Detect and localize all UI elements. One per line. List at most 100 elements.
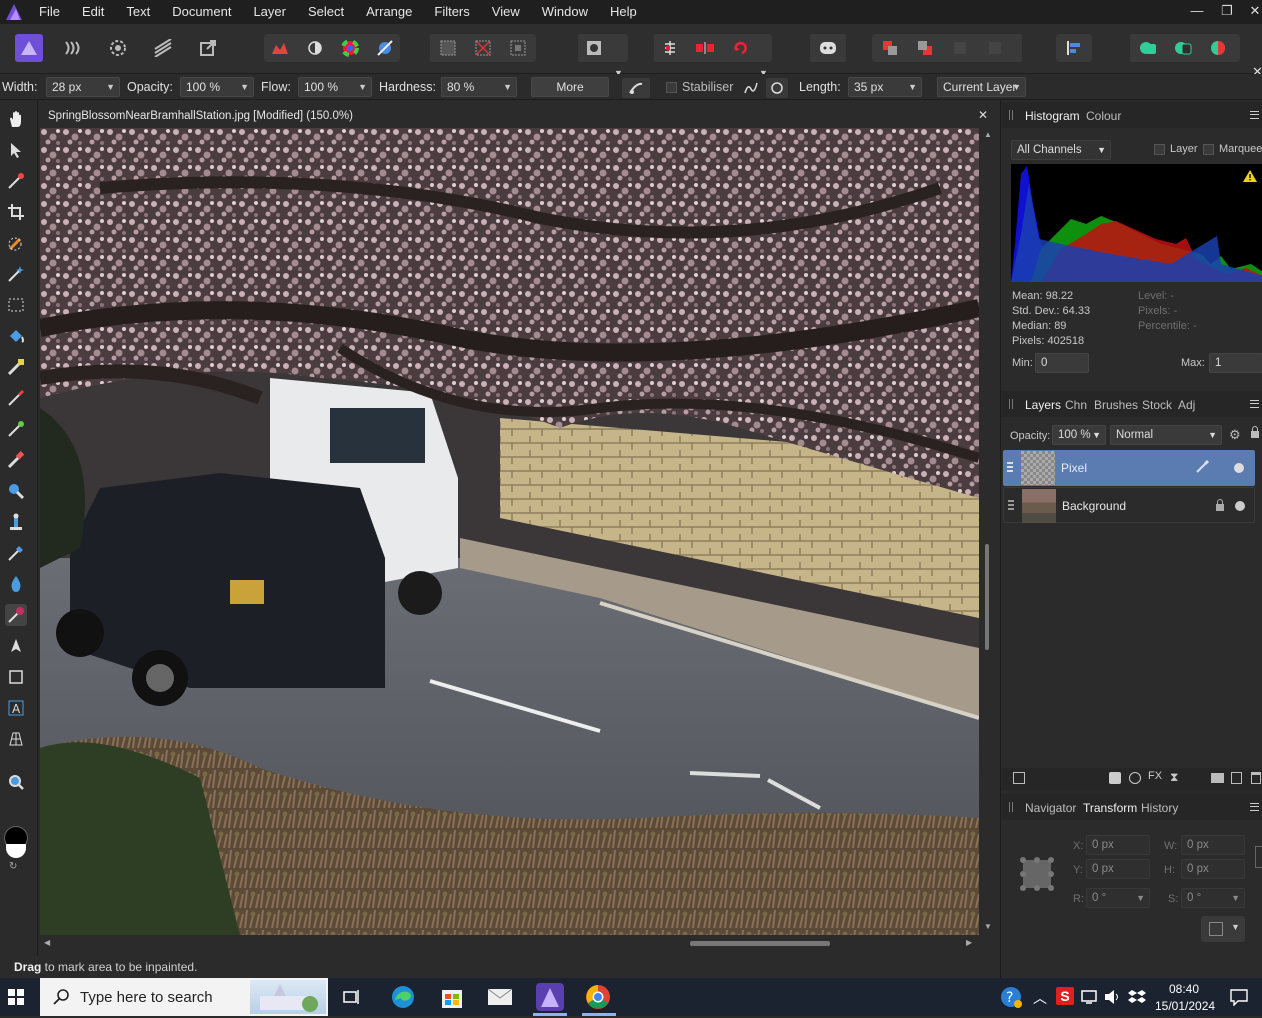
add-icon[interactable] xyxy=(1134,34,1162,62)
menu-document[interactable]: Document xyxy=(161,0,242,24)
tab-channels[interactable]: Chn xyxy=(1065,398,1087,412)
menu-edit[interactable]: Edit xyxy=(71,0,115,24)
shear-field[interactable]: 0 ° ▼ xyxy=(1181,888,1245,908)
flow-field[interactable]: 100 % ▼ xyxy=(298,77,372,97)
gear-icon[interactable]: ⚙ xyxy=(1229,427,1241,443)
dodge-tool-icon[interactable] xyxy=(5,449,27,471)
vertical-scroll-thumb[interactable] xyxy=(985,544,989,650)
close-window-button[interactable]: ✕ xyxy=(1240,0,1262,24)
wet-edges-icon[interactable] xyxy=(622,78,650,98)
auto-colour-icon[interactable] xyxy=(336,34,364,62)
mirror-icon[interactable] xyxy=(691,34,719,62)
marquee-checkbox[interactable] xyxy=(1203,144,1214,155)
move-to-back-icon[interactable] xyxy=(876,34,904,62)
intersect-icon[interactable] xyxy=(1204,34,1232,62)
artistic-text-tool-icon[interactable]: A xyxy=(5,697,27,719)
marquee-tool-icon[interactable] xyxy=(5,294,27,316)
network-icon[interactable] xyxy=(1081,989,1099,1008)
delete-layer-icon[interactable] xyxy=(1251,772,1261,784)
snapping-icon[interactable] xyxy=(656,34,684,62)
colour-picker-tool-icon[interactable] xyxy=(5,170,27,192)
fill-layer-icon[interactable]: ⧗ xyxy=(1170,770,1178,785)
affinity-photo-taskbar-icon[interactable] xyxy=(536,983,564,1011)
layer-opacity-field[interactable]: 100 % ▼ xyxy=(1052,425,1106,445)
affinity-photo-logo-icon[interactable] xyxy=(0,0,28,24)
export-persona-icon[interactable] xyxy=(194,34,222,62)
horizontal-scroll-thumb[interactable] xyxy=(690,941,830,946)
panel-grip-icon[interactable] xyxy=(1009,110,1013,120)
auto-contrast-icon[interactable] xyxy=(301,34,329,62)
tab-colour[interactable]: Colour xyxy=(1086,109,1121,123)
select-all-icon[interactable] xyxy=(434,34,462,62)
link-icon[interactable] xyxy=(1255,846,1262,868)
hardness-field[interactable]: 80 % ▼ xyxy=(441,77,517,97)
tab-brushes[interactable]: Brushes xyxy=(1094,398,1138,412)
panel-grip-icon[interactable] xyxy=(1009,802,1013,812)
more-button[interactable]: More xyxy=(531,77,609,97)
flood-fill-tool-icon[interactable] xyxy=(5,325,27,347)
chrome-icon[interactable] xyxy=(584,983,612,1011)
develop-persona-icon[interactable] xyxy=(104,34,132,62)
notifications-icon[interactable] xyxy=(1230,988,1248,1009)
flood-select-tool-icon[interactable] xyxy=(5,263,27,285)
adjustment-layer-icon[interactable] xyxy=(1129,772,1141,784)
clock-time[interactable]: 08:40 xyxy=(1169,982,1199,996)
layer-options-icon[interactable] xyxy=(1013,772,1025,784)
chevron-up-icon[interactable]: ︿ xyxy=(1033,988,1047,1008)
tab-layers[interactable]: Layers xyxy=(1025,398,1061,412)
clock-date[interactable]: 15/01/2024 xyxy=(1155,999,1215,1013)
stabiliser-checkbox[interactable] xyxy=(666,82,677,93)
visibility-icon[interactable] xyxy=(1234,463,1244,473)
selection-brush-tool-icon[interactable] xyxy=(5,232,27,254)
scroll-down-icon[interactable]: ▼ xyxy=(984,922,992,931)
opacity-field[interactable]: 100 % ▼ xyxy=(180,77,254,97)
x-field[interactable]: 0 px xyxy=(1086,835,1150,855)
minimize-button[interactable]: — xyxy=(1182,0,1212,24)
layer-row-background[interactable]: Background xyxy=(1003,487,1255,523)
max-field[interactable]: 1 xyxy=(1209,353,1262,373)
restore-button[interactable]: ❐ xyxy=(1212,0,1242,24)
add-pixel-layer-icon[interactable] xyxy=(1231,772,1242,784)
clone-brush-tool-icon[interactable] xyxy=(5,511,27,533)
tab-adjustments[interactable]: Adj xyxy=(1178,398,1195,412)
live-filter-icon[interactable]: FX xyxy=(1148,770,1162,782)
subtract-icon[interactable] xyxy=(1169,34,1197,62)
dropbox-icon[interactable] xyxy=(1128,989,1146,1008)
mesh-warp-tool-icon[interactable] xyxy=(5,728,27,750)
quick-mask-icon[interactable] xyxy=(580,34,608,62)
inpainting-brush-tool-icon[interactable] xyxy=(5,604,27,626)
healing-brush-tool-icon[interactable] xyxy=(5,542,27,564)
vertical-scrollbar[interactable]: ▲ ▼ xyxy=(980,128,994,935)
anchor-point-icon[interactable] xyxy=(1019,856,1055,892)
swap-colours-icon[interactable]: ↻ xyxy=(9,861,17,872)
document-tab[interactable]: SpringBlossomNearBramhallStation.jpg [Mo… xyxy=(38,104,994,128)
scroll-right-icon[interactable]: ▶ xyxy=(966,938,972,947)
length-field[interactable]: 35 px ▼ xyxy=(848,77,922,97)
scroll-left-icon[interactable]: ◀ xyxy=(44,938,50,947)
document-canvas[interactable] xyxy=(40,128,979,935)
secondary-colour-swatch[interactable] xyxy=(6,844,26,858)
sharpen-tool-icon[interactable] xyxy=(5,573,27,595)
mail-icon[interactable] xyxy=(487,986,513,1011)
panel-menu-icon[interactable] xyxy=(1250,111,1259,119)
horizontal-scrollbar[interactable]: ◀ ▶ xyxy=(40,936,980,950)
drag-handle-icon[interactable] xyxy=(1007,462,1013,474)
hand-tool-icon[interactable] xyxy=(5,108,27,130)
rotation-field[interactable]: 0 ° ▼ xyxy=(1086,888,1150,908)
blend-mode-select[interactable]: Normal ▼ xyxy=(1110,425,1222,445)
microsoft-store-icon[interactable] xyxy=(439,984,465,1013)
move-to-front-icon[interactable] xyxy=(981,34,1009,62)
zoom-tool-icon[interactable] xyxy=(5,771,27,793)
mask-layer-icon[interactable] xyxy=(1109,772,1121,784)
taskbar-search-box[interactable]: Type here to search xyxy=(40,978,328,1016)
auto-white-balance-icon[interactable] xyxy=(371,34,399,62)
w-field[interactable]: 0 px xyxy=(1181,835,1245,855)
deselect-icon[interactable] xyxy=(469,34,497,62)
move-forward-one-icon[interactable] xyxy=(946,34,974,62)
undo-history-icon[interactable] xyxy=(726,34,754,62)
panel-grip-icon[interactable] xyxy=(1009,399,1013,409)
transform-options-button[interactable]: ▼ xyxy=(1201,916,1245,942)
width-field[interactable]: 28 px ▼ xyxy=(46,77,120,97)
y-field[interactable]: 0 px xyxy=(1086,859,1150,879)
panel-menu-icon[interactable] xyxy=(1250,400,1259,408)
